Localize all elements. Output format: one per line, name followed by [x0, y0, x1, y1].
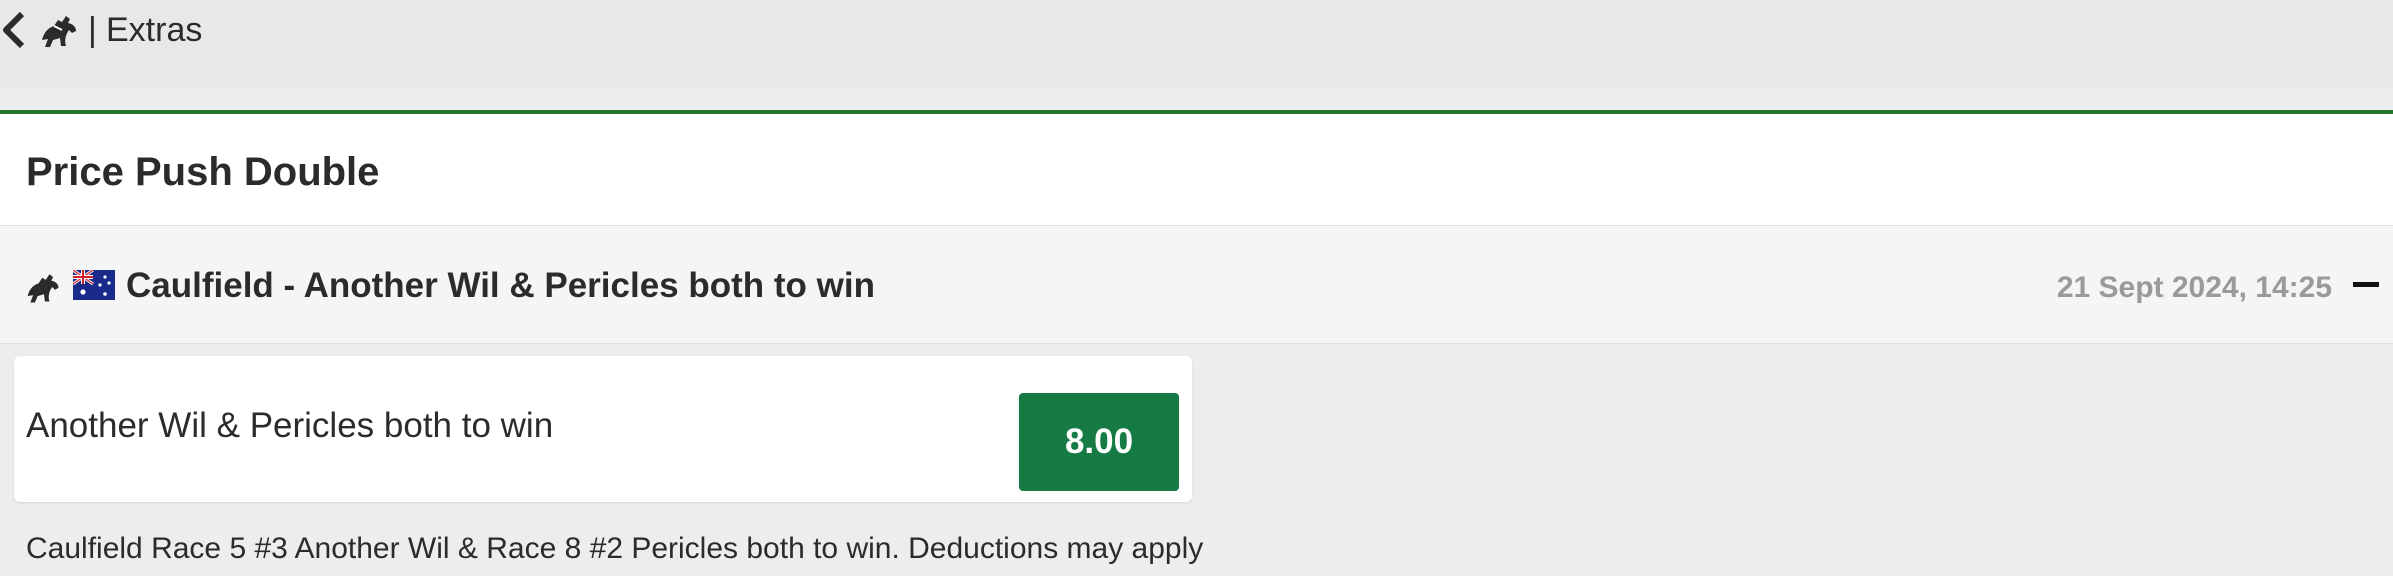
- event-datetime: 21 Sept 2024, 14:25: [2056, 271, 2332, 304]
- chevron-left-icon[interactable]: [0, 10, 28, 50]
- divider: [0, 89, 2393, 110]
- market-description: Caulfield Race 5 #3 Another Wil & Race 8…: [26, 532, 1204, 565]
- price-button[interactable]: 8.00: [1019, 393, 1179, 491]
- event-title: Caulfield - Another Wil & Pericles both …: [126, 266, 875, 305]
- market-card-header: Price Push Double: [0, 110, 2393, 226]
- horse-racing-icon: [42, 16, 76, 47]
- selection-label: Another Wil & Pericles both to win: [26, 406, 554, 445]
- breadcrumb-bar: | Extras: [0, 0, 2393, 89]
- event-row[interactable]: Caulfield - Another Wil & Pericles both …: [0, 226, 2393, 344]
- breadcrumb-separator: |: [88, 11, 97, 49]
- selection-card: Another Wil & Pericles both to win 8.00: [14, 356, 1192, 502]
- australia-flag-icon: [73, 270, 115, 300]
- market-area: Another Wil & Pericles both to win 8.00 …: [0, 344, 2393, 576]
- page-title: Price Push Double: [26, 150, 380, 194]
- minus-icon[interactable]: [2353, 282, 2379, 287]
- breadcrumb-label[interactable]: Extras: [106, 10, 202, 50]
- horse-racing-icon: [27, 274, 59, 303]
